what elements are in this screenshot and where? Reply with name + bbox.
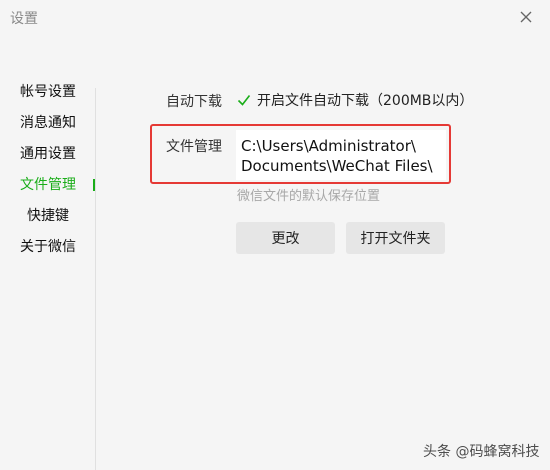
sidebar-item-general[interactable]: 通用设置 xyxy=(0,142,96,166)
auto-download-checkbox[interactable]: 开启文件自动下载（200MB以内） xyxy=(236,90,473,110)
sidebar-item-label: 帐号设置 xyxy=(20,84,76,100)
sidebar-item-about[interactable]: 关于微信 xyxy=(0,235,96,259)
watermark: 头条 @码蜂窝科技 xyxy=(423,444,540,460)
checkbox-box[interactable] xyxy=(236,92,252,108)
close-icon xyxy=(520,11,532,23)
close-button[interactable] xyxy=(514,5,538,29)
settings-window: 设置 帐号设置 消息通知 通用设置 文件管理 快捷键 关于微信 自动下载 开启文… xyxy=(0,0,550,470)
auto-download-label: 自动下载 xyxy=(166,94,222,110)
sidebar-item-label: 文件管理 xyxy=(20,177,76,193)
open-folder-button[interactable]: 打开文件夹 xyxy=(346,222,445,254)
sidebar-item-label: 通用设置 xyxy=(20,146,76,162)
window-title: 设置 xyxy=(10,11,38,27)
sidebar-divider xyxy=(95,88,96,470)
checkmark-icon xyxy=(237,95,251,106)
sidebar-item-label: 关于微信 xyxy=(20,239,76,255)
sidebar-item-label: 快捷键 xyxy=(27,208,69,224)
sidebar-item-label: 消息通知 xyxy=(20,115,76,131)
highlight-box xyxy=(150,124,451,184)
file-path-hint: 微信文件的默认保存位置 xyxy=(237,189,381,204)
sidebar-item-file-management[interactable]: 文件管理 xyxy=(0,173,96,197)
change-button[interactable]: 更改 xyxy=(236,222,335,254)
auto-download-checkbox-label: 开启文件自动下载（200MB以内） xyxy=(257,93,474,109)
sidebar-item-shortcuts[interactable]: 快捷键 xyxy=(0,204,96,228)
sidebar-item-account[interactable]: 帐号设置 xyxy=(0,80,96,104)
sidebar-item-notifications[interactable]: 消息通知 xyxy=(0,111,96,135)
